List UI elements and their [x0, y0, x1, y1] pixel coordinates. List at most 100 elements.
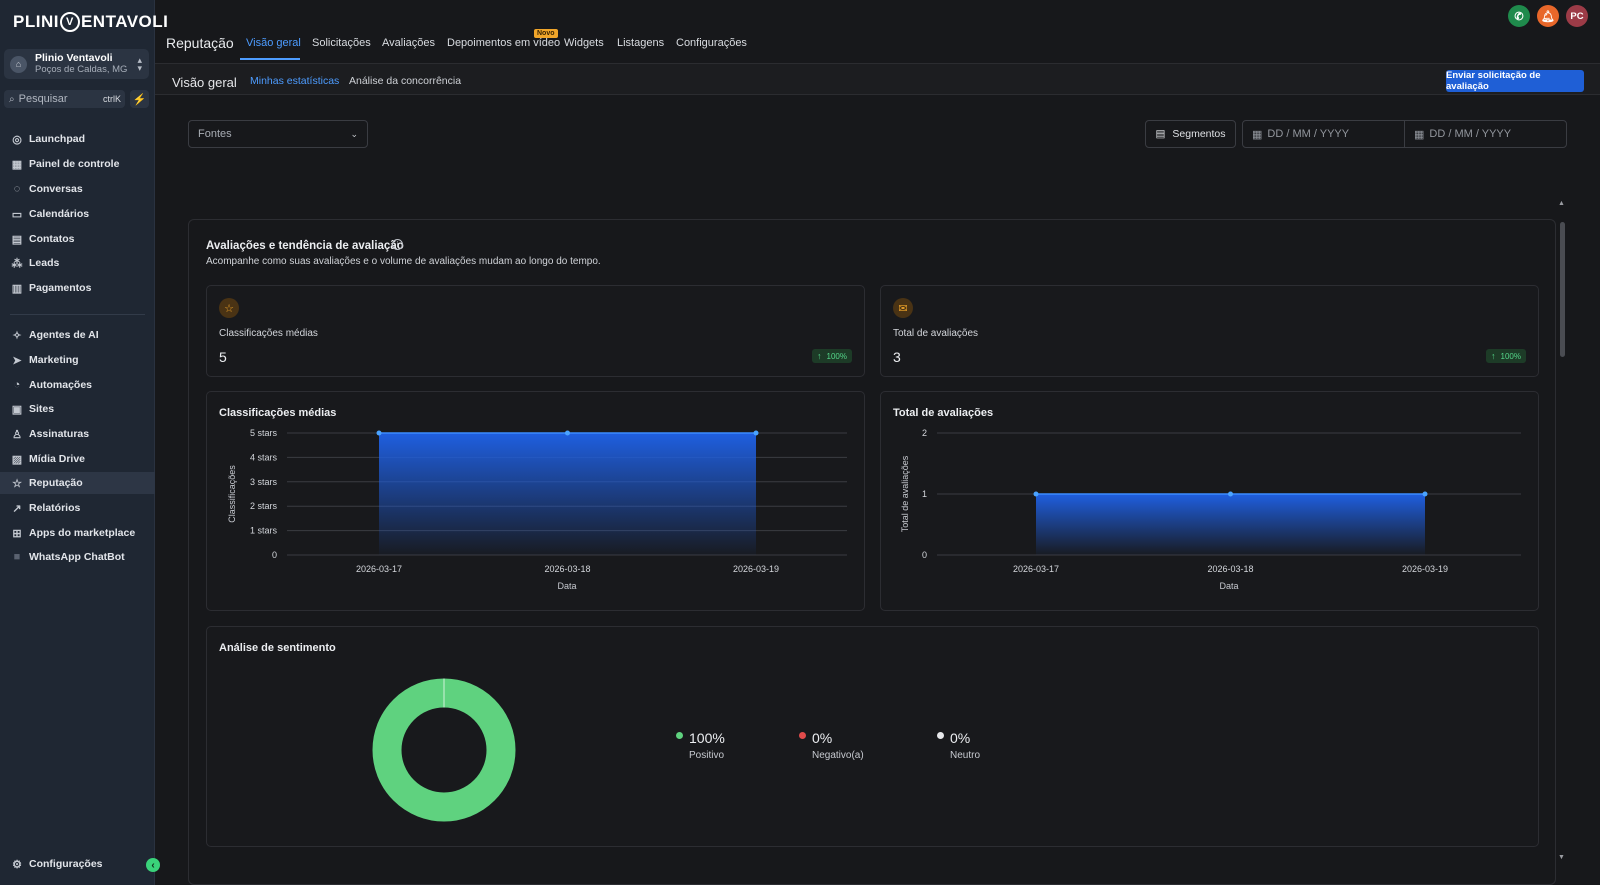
- sidebar-item-label: Launchpad: [29, 133, 86, 145]
- arrow-up-icon: ↑: [1491, 351, 1496, 361]
- kpi-label: Classificações médias: [219, 328, 318, 339]
- legend-dot-positive: [676, 732, 683, 739]
- sparkle-icon: ✧: [12, 329, 22, 342]
- x-tick-label: 2026-03-19: [1402, 564, 1448, 574]
- review-icon: ✉: [893, 298, 913, 318]
- x-axis-label: Data: [1219, 581, 1238, 591]
- search-input[interactable]: ⌕ Pesquisar ctrlK: [4, 90, 125, 108]
- tab-visao-geral[interactable]: Visão geral: [246, 37, 301, 49]
- user-avatar[interactable]: PC: [1566, 5, 1588, 27]
- subtab-minhas-estatisticas[interactable]: Minhas estatísticas: [250, 75, 339, 87]
- bell-icon[interactable]: 🔔︎: [1537, 5, 1559, 27]
- y-tick-label: 3 stars: [250, 477, 278, 487]
- y-tick-label: 5 stars: [250, 428, 278, 438]
- sidebar-item-sites[interactable]: ▣ Sites: [0, 398, 155, 420]
- sidebar-item-marketing[interactable]: ➤ Marketing: [0, 349, 155, 371]
- tab-avaliacoes[interactable]: Avaliações: [382, 37, 435, 49]
- search-placeholder: Pesquisar: [18, 93, 68, 105]
- sidebar-item-label: Sites: [29, 403, 55, 415]
- subtab-analise-concorrencia[interactable]: Análise da concorrência: [349, 75, 461, 87]
- data-point: [1033, 491, 1039, 497]
- brand-logo[interactable]: PLINI V ENTAVOLI: [13, 10, 168, 34]
- tab-depoimentos-video[interactable]: Depoimentos em vídeo: [447, 37, 560, 49]
- sidebar-item-conversas[interactable]: ◌ Conversas: [0, 178, 155, 200]
- sidebar-item-pagamentos[interactable]: ▥ Pagamentos: [0, 277, 155, 299]
- sidebar-item-leads[interactable]: ⁂ Leads: [0, 252, 155, 274]
- date-end-input[interactable]: ▦ DD / MM / YYYY: [1404, 120, 1567, 148]
- account-switcher[interactable]: ⌂ Plinio Ventavoli Poços de Caldas, MG ▴…: [4, 49, 149, 79]
- x-tick-label: 2026-03-17: [1013, 564, 1059, 574]
- x-tick-label: 2026-03-18: [544, 564, 590, 574]
- date-start-input[interactable]: ▦ DD / MM / YYYY: [1242, 120, 1405, 148]
- sites-icon: ▣: [11, 403, 23, 416]
- tab-widgets[interactable]: Widgets: [564, 37, 604, 49]
- pie-slice-positivo: [372, 678, 516, 822]
- sidebar-item-relatorios[interactable]: ↗ Relatórios: [0, 497, 155, 519]
- sidebar-item-launchpad[interactable]: ◎ Launchpad: [0, 128, 155, 150]
- sidebar-item-configuracoes[interactable]: ⚙ Configurações: [0, 853, 155, 875]
- date-end-placeholder: DD / MM / YYYY: [1429, 128, 1512, 140]
- y-tick-label: 2 stars: [250, 501, 278, 511]
- tab-solicitacoes[interactable]: Solicitações: [312, 37, 371, 49]
- scroll-up-icon[interactable]: ▲: [1558, 200, 1565, 207]
- sources-select[interactable]: Fontes ⌄: [188, 120, 368, 148]
- legend-value: 0%: [812, 730, 833, 746]
- whatsapp-icon: ■: [13, 551, 21, 563]
- quick-action-bolt-icon[interactable]: ⚡: [130, 90, 149, 108]
- badge-icon: ♙: [12, 428, 22, 441]
- building-icon: ⌂: [10, 55, 27, 73]
- calendar-icon: ▦: [1414, 128, 1425, 141]
- sidebar-item-label: Calendários: [29, 208, 90, 220]
- sidebar-item-whatsapp-chatbot[interactable]: ■ WhatsApp ChatBot: [0, 546, 155, 568]
- leads-icon: ⁂: [11, 257, 23, 270]
- tab-listagens[interactable]: Listagens: [617, 37, 664, 49]
- apps-icon: ⊞: [12, 527, 22, 540]
- send-icon: ➤: [12, 354, 22, 367]
- y-tick-label: 0: [272, 550, 277, 560]
- sidebar-item-painel-de-controle[interactable]: ▦ Painel de controle: [0, 153, 155, 175]
- active-tab-underline: [240, 58, 300, 60]
- collapse-sidebar-button[interactable]: ‹: [146, 858, 160, 872]
- kpi-value: 5: [219, 349, 227, 365]
- date-start-placeholder: DD / MM / YYYY: [1267, 128, 1350, 140]
- tab-configuracoes[interactable]: Configurações: [676, 37, 747, 49]
- section-title: Avaliações e tendência de avaliação: [206, 240, 404, 252]
- y-tick-label: 0: [922, 550, 927, 560]
- info-icon[interactable]: i: [392, 239, 403, 250]
- x-tick-label: 2026-03-18: [1207, 564, 1253, 574]
- send-review-request-button[interactable]: Enviar solicitação de avaliação: [1446, 70, 1584, 92]
- sidebar-item-label: Pagamentos: [29, 282, 92, 294]
- series-area: [379, 433, 756, 555]
- legend-label: Negativo(a): [812, 750, 864, 761]
- contacts-icon: ▤: [11, 233, 23, 246]
- sentiment-card: Análise de sentimento: [206, 626, 1539, 847]
- sidebar-item-label: Leads: [29, 257, 60, 269]
- data-point: [753, 430, 759, 436]
- y-axis-label: Total de avaliações: [900, 455, 910, 532]
- sidebar-item-assinaturas[interactable]: ♙ Assinaturas: [0, 423, 155, 445]
- legend-label: Neutro: [950, 750, 981, 761]
- scroll-down-icon[interactable]: ▼: [1558, 854, 1565, 861]
- top-bar: Reputação Visão geral Solicitações Avali…: [155, 0, 1600, 62]
- calendar-icon: ▭: [11, 208, 23, 221]
- sidebar-item-reputacao[interactable]: ☆ Reputação: [0, 472, 155, 494]
- segments-button[interactable]: ▤ Segmentos: [1145, 120, 1236, 148]
- phone-icon[interactable]: ✆: [1508, 5, 1530, 27]
- logo-mark: V: [59, 12, 80, 32]
- kpi-change-badge: ↑ 100%: [1486, 349, 1526, 363]
- chart-title: Análise de sentimento: [219, 642, 336, 654]
- section-subtitle: Acompanhe como suas avaliações e o volum…: [206, 256, 601, 267]
- legend-value: 100%: [689, 730, 725, 746]
- sidebar-item-automacoes[interactable]: ◔ Automações: [0, 374, 155, 396]
- sidebar-item-label: Conversas: [29, 183, 83, 195]
- sidebar-item-agentes-de-ai[interactable]: ✧ Agentes de AI: [0, 324, 155, 346]
- sidebar-item-label: Agentes de AI: [29, 329, 99, 341]
- sidebar-item-calendarios[interactable]: ▭ Calendários: [0, 203, 155, 225]
- sidebar-item-contatos[interactable]: ▤ Contatos: [0, 228, 155, 250]
- trend-icon: ↗: [12, 502, 22, 515]
- scrollbar-thumb[interactable]: [1560, 222, 1565, 357]
- account-location: Poços de Caldas, MG: [35, 64, 128, 75]
- sidebar-item-midia-drive[interactable]: ▨ Mídia Drive: [0, 448, 155, 470]
- sources-placeholder: Fontes: [198, 128, 232, 140]
- sidebar-item-apps-do-marketplace[interactable]: ⊞ Apps do marketplace: [0, 522, 155, 544]
